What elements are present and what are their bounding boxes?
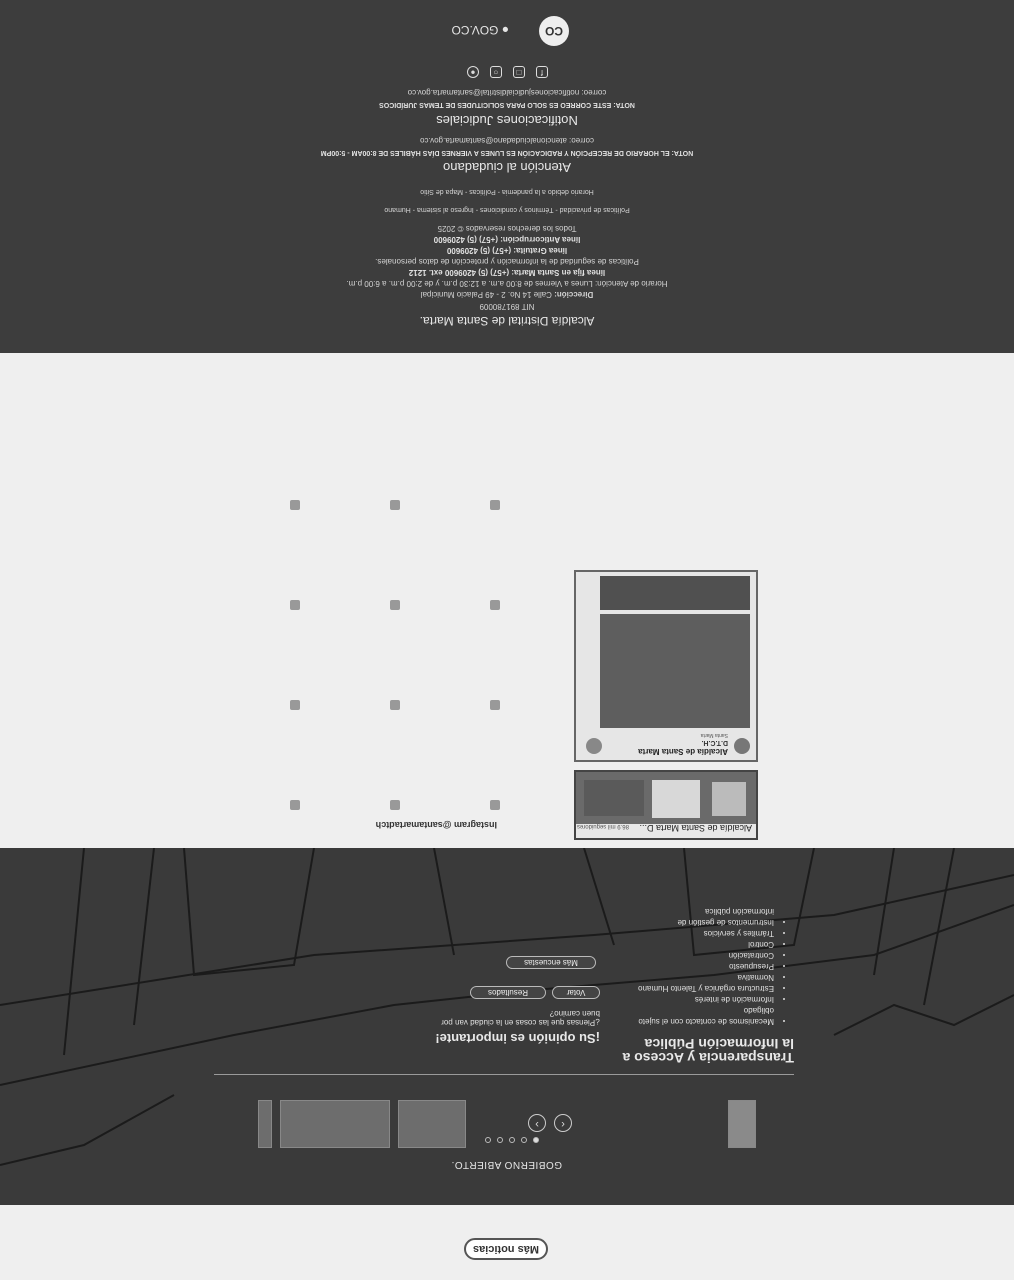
more-news-button[interactable]: Más noticias <box>464 1238 548 1260</box>
transparency-link[interactable]: Trámites y servicios <box>634 928 774 939</box>
avatar <box>734 738 750 754</box>
chevron-right-icon: › <box>535 1118 539 1130</box>
carousel-prev-button[interactable]: ‹ <box>554 1114 572 1132</box>
transparency-link-list: Mecanismos de contacto con el sujeto obl… <box>634 906 784 1027</box>
notificaciones-note: NOTA: ESTE CORREO ES SOLO PARA SOLICITUD… <box>379 101 635 108</box>
atencion-note: NOTA: EL HORARIO DE RECEPCIÓN Y RADICACI… <box>320 149 694 156</box>
address-label: Dirección: <box>554 290 594 299</box>
instagram-title: Instagram @santamartadtch <box>375 820 497 830</box>
carousel-dot-2[interactable] <box>521 1137 527 1143</box>
carousel-thumb-4[interactable] <box>258 1100 272 1148</box>
post-image-strip[interactable] <box>600 576 750 610</box>
govco-label: GOV.CO <box>451 23 499 37</box>
gobierno-abierto-title: GOBIERNO ABIERTO. <box>451 1159 562 1170</box>
notificaciones-title: Notificaciones Judiciales <box>436 113 578 128</box>
chevron-left-icon: ‹ <box>561 1118 565 1130</box>
footer-phone-anticorruption: línea Anticorrupción: (+57) (5) 4209600 <box>433 235 581 244</box>
transparency-title-line2: la Información Pública <box>644 1036 794 1052</box>
gobierno-abierto-section: GOBIERNO ABIERTO. ‹ › Transparencia y Ac… <box>0 848 1014 1205</box>
address-value: Calle 14 No. 2 - 49 Palacio Municipal <box>420 290 552 299</box>
feed-item[interactable] <box>390 500 400 510</box>
post-location: Santa Marta <box>700 732 728 738</box>
post-author: Alcaldía de Santa Marta <box>638 747 728 756</box>
footer-copyright: Todos los derechos reservados © 2025 <box>437 224 577 233</box>
instagram-icon[interactable]: ○ <box>490 66 502 78</box>
post-thumb[interactable] <box>652 780 700 818</box>
feed-item[interactable] <box>490 800 500 810</box>
facebook-icon[interactable]: f <box>536 66 548 78</box>
chat-icon[interactable]: □ <box>513 66 525 78</box>
instagram-section <box>0 353 1014 848</box>
carousel-dot-1[interactable] <box>533 1137 539 1143</box>
feed-item[interactable] <box>290 700 300 710</box>
instagram-post-card[interactable]: Alcaldía de Santa Marta D.T.C.H. Santa M… <box>574 570 758 762</box>
transparency-link[interactable]: Estructura orgánica y Talento Humano <box>634 983 774 994</box>
post-author-sub: D.T.C.H. <box>701 739 728 746</box>
footer-phone-free: línea Gratuita: (+57) (5) 4209600 <box>446 246 568 255</box>
transparency-link[interactable]: Contratación <box>634 950 774 961</box>
footer-links-row-2[interactable]: Horario debido a la pandemia - Políticas… <box>0 188 1014 195</box>
transparency-link[interactable]: Normativa <box>634 972 774 983</box>
transparency-link[interactable]: Control <box>634 939 774 950</box>
co-logo-text: CO <box>545 24 563 38</box>
feed-item[interactable] <box>390 700 400 710</box>
carousel-thumb-3[interactable] <box>280 1100 390 1148</box>
results-button[interactable]: Resultados <box>470 986 546 999</box>
footer-data-policy-link[interactable]: Políticas de seguridad de la información… <box>0 257 1014 266</box>
carousel-dot-5[interactable] <box>485 1137 491 1143</box>
more-polls-button[interactable]: Más encuestas <box>506 956 596 969</box>
carousel-dot-3[interactable] <box>509 1137 515 1143</box>
instagram-icon <box>586 738 602 754</box>
post-header: Alcaldía de Santa Marta D.T.C.H. Santa M… <box>582 732 750 756</box>
footer-hours: Horario de Atención: Lunes a Viernes de … <box>346 279 668 288</box>
transparency-link[interactable]: Información de interés <box>634 994 774 1005</box>
feed-item[interactable] <box>390 800 400 810</box>
govco-dot-icon: ● <box>501 23 509 37</box>
carousel-dot-4[interactable] <box>497 1137 503 1143</box>
post-thumb[interactable] <box>712 782 746 816</box>
feed-item[interactable] <box>490 700 500 710</box>
post-image[interactable] <box>600 614 750 728</box>
footer-entity-name: Alcaldía Distrital de Santa Marta. <box>419 314 595 328</box>
govco-logo[interactable]: ● GOV.CO <box>452 23 510 37</box>
opinion-title: ¡Su opinión es importante! <box>435 1031 600 1046</box>
instagram-profile-card[interactable]: Alcaldía de Santa Marta D... 86.9 mil se… <box>574 770 758 840</box>
atencion-email[interactable]: correo: atencionalciudadano@santamarta.g… <box>0 136 1014 145</box>
transparency-link[interactable]: Presupuesto <box>634 961 774 972</box>
transparency-title[interactable]: Transparencia y Acceso a la Información … <box>584 1036 794 1066</box>
transparency-link[interactable]: Instrumentos de gestión de información p… <box>634 906 774 928</box>
profile-name: Alcaldía de Santa Marta D... <box>639 823 752 833</box>
feed-item[interactable] <box>390 600 400 610</box>
footer-phone-fixed: línea fija en Santa Marta: (+57) (5) 420… <box>408 268 606 277</box>
feed-item[interactable] <box>490 600 500 610</box>
footer: Alcaldía Distrital de Santa Marta. NIT 8… <box>0 0 1014 353</box>
carousel-thumb-1[interactable] <box>728 1100 756 1148</box>
feed-item[interactable] <box>290 800 300 810</box>
transparency-title-line1: Transparencia y Acceso a <box>622 1050 794 1066</box>
feed-item[interactable] <box>290 500 300 510</box>
feed-item[interactable] <box>290 600 300 610</box>
atencion-title: Atención al ciudadano <box>443 160 571 175</box>
transparency-link[interactable]: Mecanismos de contacto con el sujeto obl… <box>634 1005 774 1027</box>
carousel-next-button[interactable]: › <box>528 1114 546 1132</box>
notificaciones-email[interactable]: correo: notificacionesjudicialdistrital@… <box>0 88 1014 97</box>
page-canvas: Más noticias GOBIERNO ABIERTO. ‹ › Trans… <box>0 0 1014 1280</box>
profile-card-header: Alcaldía de Santa Marta D... 86.9 mil se… <box>576 823 756 838</box>
footer-address: Dirección: Calle 14 No. 2 - 49 Palacio M… <box>0 290 1014 299</box>
poll-question: ¿Piensas que las cosas en la ciudad van … <box>441 1009 600 1027</box>
section-divider <box>214 1074 794 1075</box>
carousel-thumb-2[interactable] <box>398 1100 466 1148</box>
vote-button[interactable]: Votar <box>552 986 600 999</box>
footer-nit: NIT 891780009 <box>479 302 535 311</box>
feed-item[interactable] <box>490 500 500 510</box>
accessibility-icon[interactable]: ● <box>467 66 479 78</box>
post-thumb[interactable] <box>584 780 644 816</box>
co-logo: CO <box>539 16 569 46</box>
profile-followers: 86.9 mil seguidores <box>576 823 629 829</box>
footer-links-row-1[interactable]: Políticas de privacidad - Términos y con… <box>0 206 1014 213</box>
